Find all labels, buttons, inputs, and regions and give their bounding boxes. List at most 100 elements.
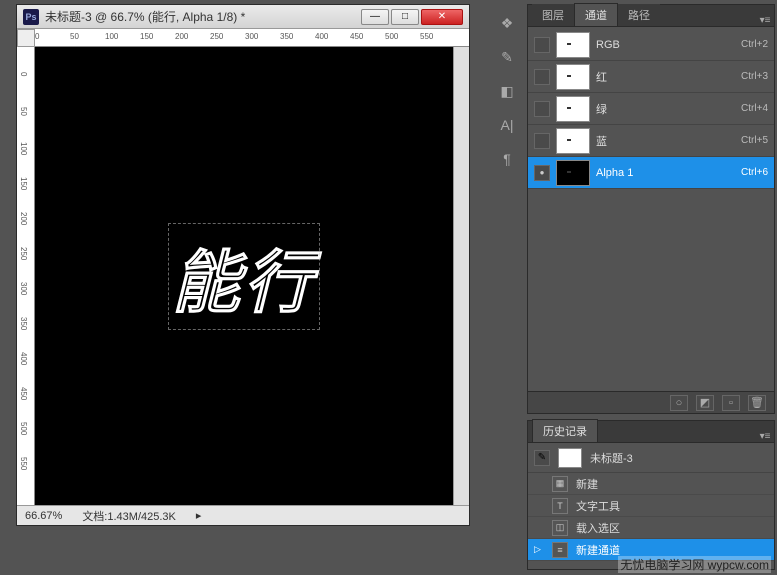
zoom-value[interactable]: 66.67%: [25, 510, 62, 522]
channel-thumbnail: [556, 160, 590, 186]
channel-shortcut: Ctrl+2: [741, 39, 768, 50]
channel-shortcut: Ctrl+5: [741, 135, 768, 146]
status-menu-icon[interactable]: ▸: [196, 509, 202, 522]
channel-row-绿[interactable]: 绿 Ctrl+4: [528, 93, 774, 125]
visibility-toggle[interactable]: [534, 101, 550, 117]
panel-tabs: 图层通道路径 ▾≡: [528, 5, 774, 27]
brush-icon[interactable]: ✎: [496, 46, 518, 68]
channel-thumbnail: [556, 96, 590, 122]
titlebar[interactable]: Ps 未标题-3 @ 66.7% (能行, Alpha 1/8) * — □ ✕: [17, 5, 469, 29]
save-selection-button[interactable]: ◩: [696, 395, 714, 411]
history-step-icon: ▦: [552, 476, 568, 492]
history-brush-icon[interactable]: ✎: [534, 450, 550, 466]
snapshot-thumbnail: [558, 448, 582, 468]
ruler-tick: 50: [70, 32, 79, 41]
canvas-text-selection: 能行: [172, 227, 316, 326]
channel-name: Alpha 1: [596, 167, 735, 179]
panel-menu-icon[interactable]: ▾≡: [756, 15, 774, 26]
visibility-toggle[interactable]: [534, 133, 550, 149]
history-panel: 历史记录 ▾≡ ✎ 未标题-3 ▦ 新建 T 文字工具 ◫ 载入选区 ▷ ≡ 新建通道: [527, 420, 775, 570]
ruler-tick: 300: [19, 282, 28, 295]
swatches-icon[interactable]: ◧: [496, 80, 518, 102]
history-step-icon: ◫: [552, 520, 568, 536]
ruler-tick: 500: [385, 32, 398, 41]
visibility-toggle[interactable]: [534, 69, 550, 85]
history-step-label: 新建通道: [576, 542, 620, 558]
history-step-label: 文字工具: [576, 498, 620, 514]
canvas[interactable]: 能行: [35, 47, 453, 505]
ruler-tick: 550: [19, 457, 28, 470]
channel-row-蓝[interactable]: 蓝 Ctrl+5: [528, 125, 774, 157]
visibility-toggle[interactable]: [534, 37, 550, 53]
tab-history[interactable]: 历史记录: [532, 419, 598, 442]
ruler-tick: 450: [19, 387, 28, 400]
collapsed-panel-toolbar: ❖ ✎ ◧ A| ¶: [493, 12, 521, 170]
ruler-tick: 0: [19, 72, 28, 76]
history-step-新建[interactable]: ▦ 新建: [528, 473, 774, 495]
ruler-tick: 50: [19, 107, 28, 116]
ruler-tick: 550: [420, 32, 433, 41]
ps-icon: Ps: [23, 9, 39, 25]
document-title: 未标题-3 @ 66.7% (能行, Alpha 1/8) *: [45, 8, 355, 25]
tab-通道[interactable]: 通道: [574, 3, 618, 26]
close-button[interactable]: ✕: [421, 9, 463, 25]
ruler-tick: 150: [140, 32, 153, 41]
history-step-载入选区[interactable]: ◫ 载入选区: [528, 517, 774, 539]
delete-channel-button[interactable]: 🗑: [748, 395, 766, 411]
history-step-icon: T: [552, 498, 568, 514]
ruler-horizontal[interactable]: 050100150200250300350400450500550: [35, 29, 469, 47]
ruler-tick: 300: [245, 32, 258, 41]
channel-row-Alpha 1[interactable]: Alpha 1 Ctrl+6: [528, 157, 774, 189]
ruler-tick: 500: [19, 422, 28, 435]
load-selection-button[interactable]: ○: [670, 395, 688, 411]
history-step-icon: ≡: [552, 542, 568, 558]
paragraph-icon[interactable]: ❖: [496, 12, 518, 34]
pilcrow-icon[interactable]: ¶: [496, 148, 518, 170]
ruler-tick: 400: [315, 32, 328, 41]
ruler-tick: 350: [19, 317, 28, 330]
channels-panel: 图层通道路径 ▾≡ RGB Ctrl+2 红 Ctrl+3 绿 Ctrl+4 蓝 Ctrl+5 A…: [527, 4, 775, 414]
minimize-button[interactable]: —: [361, 9, 389, 25]
channel-shortcut: Ctrl+4: [741, 103, 768, 114]
tab-图层[interactable]: 图层: [532, 4, 574, 26]
watermark: 无忧电脑学习网 wypcw.com: [618, 556, 771, 573]
channel-name: 绿: [596, 101, 735, 117]
channel-name: 蓝: [596, 133, 735, 149]
ruler-tick: 0: [35, 32, 39, 41]
current-step-icon: ▷: [534, 544, 544, 555]
history-step-文字工具[interactable]: T 文字工具: [528, 495, 774, 517]
channel-thumbnail: [556, 128, 590, 154]
history-step-label: 载入选区: [576, 520, 620, 536]
channel-name: 红: [596, 69, 735, 85]
maximize-button[interactable]: □: [391, 9, 419, 25]
ruler-tick: 250: [19, 247, 28, 260]
ruler-tick: 250: [210, 32, 223, 41]
new-channel-button[interactable]: ▫: [722, 395, 740, 411]
ruler-tick: 400: [19, 352, 28, 365]
right-dock: ❖ ✎ ◧ A| ¶ 图层通道路径 ▾≡ RGB Ctrl+2 红 Ctrl+3 绿 Ctrl+4 蓝…: [493, 0, 777, 575]
vertical-scrollbar[interactable]: [453, 47, 469, 505]
panel-menu-icon[interactable]: ▾≡: [756, 431, 774, 442]
history-list: ▦ 新建 T 文字工具 ◫ 载入选区 ▷ ≡ 新建通道: [528, 473, 774, 561]
channel-thumbnail: [556, 64, 590, 90]
ruler-tick: 150: [19, 177, 28, 190]
snapshot-name: 未标题-3: [590, 450, 633, 466]
channel-name: RGB: [596, 39, 735, 51]
statusbar: 66.67% 文档:1.43M/425.3K ▸: [17, 505, 469, 525]
al-icon[interactable]: A|: [496, 114, 518, 136]
channel-shortcut: Ctrl+3: [741, 71, 768, 82]
channel-row-红[interactable]: 红 Ctrl+3: [528, 61, 774, 93]
ruler-tick: 200: [19, 212, 28, 225]
ruler-tick: 200: [175, 32, 188, 41]
filesize-value: 文档:1.43M/425.3K: [82, 508, 176, 524]
tab-路径[interactable]: 路径: [618, 4, 660, 26]
channel-shortcut: Ctrl+6: [741, 167, 768, 178]
ruler-tick: 350: [280, 32, 293, 41]
channel-row-RGB[interactable]: RGB Ctrl+2: [528, 29, 774, 61]
ruler-vertical[interactable]: 50050100150200250300350400450500550: [17, 47, 35, 505]
history-snapshot-row[interactable]: ✎ 未标题-3: [528, 443, 774, 473]
channel-list: RGB Ctrl+2 红 Ctrl+3 绿 Ctrl+4 蓝 Ctrl+5 Alpha 1 Ctr…: [528, 27, 774, 191]
history-step-label: 新建: [576, 476, 598, 492]
visibility-toggle[interactable]: [534, 165, 550, 181]
ruler-corner[interactable]: [17, 29, 35, 47]
